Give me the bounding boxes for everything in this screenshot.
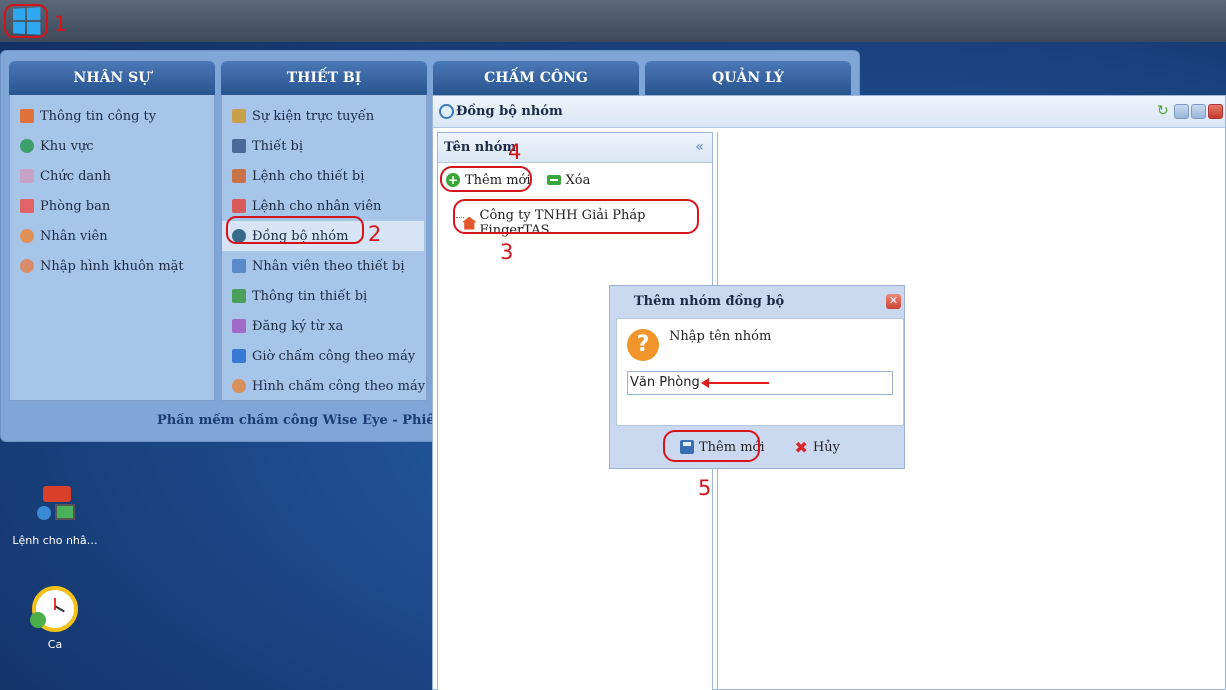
menu-item-lenh-cho-thiet-bi[interactable]: Lệnh cho thiết bị — [222, 161, 426, 191]
menu-column-thiet-bi: THIẾT BỊ Sự kiện trực tuyến Thiết bị Lện… — [221, 61, 427, 401]
sync-icon — [439, 104, 454, 119]
annotation-number-5: 5 — [698, 476, 712, 500]
menu-item-lenh-cho-nhan-vien[interactable]: Lệnh cho nhân viên — [222, 191, 426, 221]
dialog-close-button[interactable]: ✕ — [886, 294, 901, 309]
menu-column-header[interactable]: NHÂN SỰ — [9, 61, 215, 95]
collapse-icon[interactable]: « — [695, 139, 704, 155]
home-icon — [462, 216, 477, 230]
menu-column-header[interactable]: QUẢN LÝ — [645, 61, 851, 95]
desktop-icon-lenh-cho-nhan-vien[interactable]: Lệnh cho nhâ… — [10, 486, 100, 547]
house-icon — [20, 109, 34, 123]
clock-icon — [30, 586, 78, 632]
menu-item-phong-ban[interactable]: Phòng ban — [10, 191, 214, 221]
refresh-icon[interactable]: ↻ — [1157, 104, 1172, 119]
device-icon — [232, 139, 246, 153]
window-titlebar[interactable]: Đồng bộ nhóm — [433, 96, 1225, 128]
remote-register-icon — [232, 319, 246, 333]
dialog-save-button[interactable]: Thêm mới — [680, 440, 765, 455]
panel-header: Tên nhóm — [438, 133, 712, 163]
desktop-icon-label: Lệnh cho nhâ… — [12, 534, 98, 547]
menu-item-thong-tin-cong-ty[interactable]: Thông tin công ty — [10, 101, 214, 131]
windows-icon — [13, 7, 41, 35]
employee-command-icon — [232, 199, 246, 213]
close-button[interactable] — [1208, 104, 1223, 119]
desktop-icon-ca[interactable]: Ca — [10, 586, 100, 651]
maximize-button[interactable] — [1191, 104, 1206, 119]
device-command-icon — [232, 169, 246, 183]
sync-icon — [232, 229, 246, 243]
person-face-icon — [20, 259, 34, 273]
menu-item-hinh-cham-cong-theo-may[interactable]: Hình chấm công theo máy — [222, 371, 426, 401]
menu-item-thiet-bi[interactable]: Thiết bị — [222, 131, 426, 161]
dialog-title[interactable]: Thêm nhóm đồng bộ — [610, 286, 904, 316]
person-photo-icon — [232, 379, 246, 393]
menu-item-gio-cham-cong-theo-may[interactable]: Giờ chấm công theo máy — [222, 341, 426, 371]
add-group-button[interactable]: + Thêm mới — [446, 173, 531, 188]
menu-column-header[interactable]: THIẾT BỊ — [221, 61, 427, 95]
menu-item-thong-tin-thiet-bi[interactable]: Thông tin thiết bị — [222, 281, 426, 311]
menu-item-khu-vuc[interactable]: Khu vực — [10, 131, 214, 161]
question-icon: ? — [627, 329, 659, 361]
employee-device-icon — [232, 259, 246, 273]
save-icon — [680, 440, 694, 454]
dialog-body: ? Nhập tên nhóm Văn Phòng — [616, 318, 904, 426]
menu-item-nhap-hinh-khuon-mat[interactable]: Nhập hình khuôn mặt — [10, 251, 214, 281]
delete-group-button[interactable]: Xóa — [546, 173, 590, 188]
dialog-footer: Thêm mới ✖ Hủy — [616, 426, 904, 468]
menu-item-su-kien-truc-tuyen[interactable]: Sự kiện trực tuyến — [222, 101, 426, 131]
taskbar — [0, 0, 1226, 42]
tree-node-company[interactable]: Công ty TNHH Giải Pháp FingerTAS — [462, 208, 712, 238]
menu-item-nhan-vien[interactable]: Nhân viên — [10, 221, 214, 251]
dialog-message: Nhập tên nhóm — [669, 329, 772, 344]
menu-item-nhan-vien-theo-thiet-bi[interactable]: Nhân viên theo thiết bị — [222, 251, 426, 281]
annotation-arrow — [701, 378, 769, 388]
org-chart-icon — [20, 199, 34, 213]
menu-column-header[interactable]: CHẤM CÔNG — [433, 61, 639, 95]
menu-column-nhan-su: NHÂN SỰ Thông tin công ty Khu vực Chức d… — [9, 61, 215, 401]
plus-icon: + — [446, 173, 460, 187]
x-icon: ✖ — [794, 437, 808, 457]
device-info-icon — [232, 289, 246, 303]
menu-item-dang-ky-tu-xa[interactable]: Đăng ký từ xa — [222, 311, 426, 341]
annotation-number-3: 3 — [500, 240, 514, 264]
menu-item-dong-bo-nhom[interactable]: Đồng bộ nhóm — [222, 221, 424, 251]
start-button[interactable] — [8, 6, 44, 36]
panel-toolbar: + Thêm mới Xóa — [438, 163, 712, 197]
annotation-number-2: 2 — [368, 222, 382, 246]
employee-command-icon — [33, 486, 77, 530]
menu-item-chuc-danh[interactable]: Chức danh — [10, 161, 214, 191]
location-pin-icon — [20, 139, 34, 153]
menu-footer: Phần mềm chấm công Wise Eye - Phiên bản:… — [157, 413, 433, 428]
window-title: Đồng bộ nhóm — [456, 104, 563, 119]
event-icon — [232, 109, 246, 123]
window-controls: ↻ — [1157, 104, 1223, 119]
minus-icon — [546, 175, 561, 185]
badge-icon — [20, 169, 34, 183]
add-sync-group-dialog: Thêm nhóm đồng bộ ✕ ? Nhập tên nhóm Văn … — [609, 285, 905, 469]
annotation-number-4: 4 — [508, 140, 522, 164]
annotation-number-1: 1 — [54, 12, 68, 36]
dialog-cancel-button[interactable]: ✖ Hủy — [795, 438, 840, 457]
desktop-icon-label: Ca — [47, 638, 63, 651]
users-icon — [20, 229, 34, 243]
document-icon — [232, 349, 246, 363]
minimize-button[interactable] — [1174, 104, 1189, 119]
